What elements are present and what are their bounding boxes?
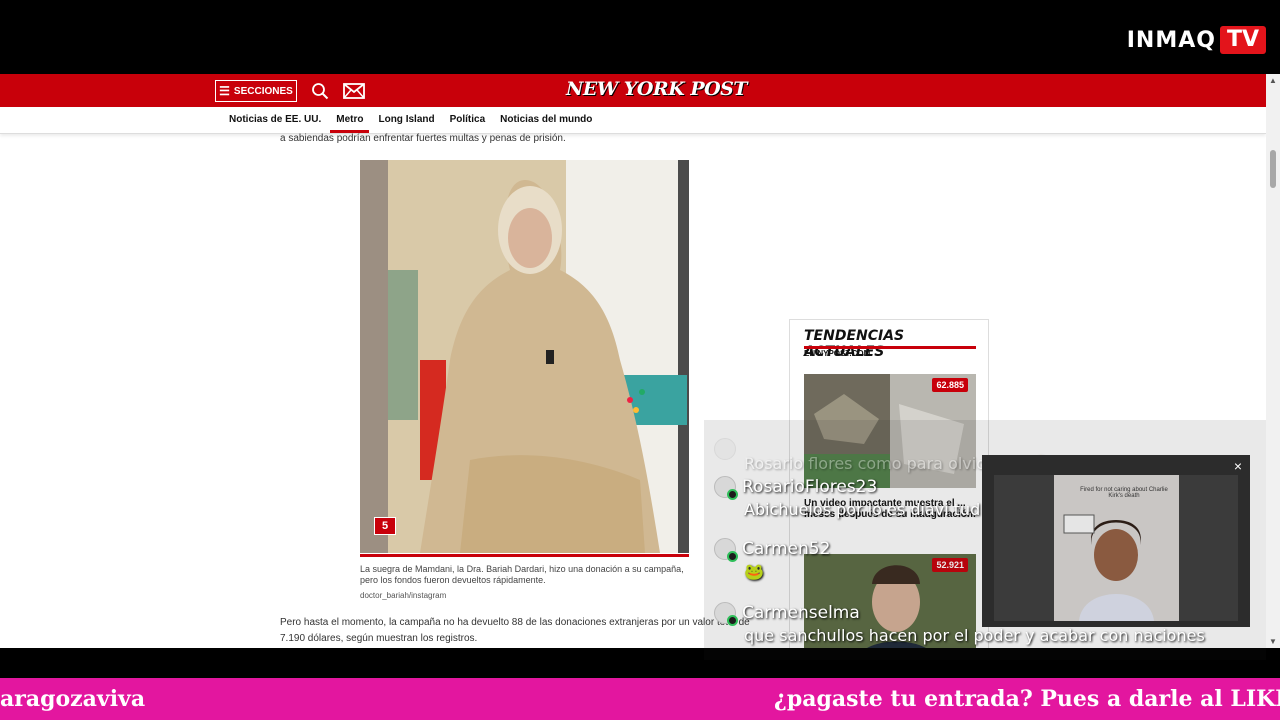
sections-button[interactable]: ☰ SECCIONES [215,80,297,102]
moderator-badge-icon [727,551,738,562]
nav-item[interactable]: Long Island [378,114,434,125]
mail-icon[interactable] [343,83,365,99]
article-paragraph: Pero hasta el momento, la campaña no ha … [280,617,750,644]
photo-caption: La suegra de Mamdani, la Dra. Bariah Dar… [360,564,684,585]
sections-label: SECCIONES [233,85,293,97]
logo-text: INMAQ [1126,27,1216,53]
moderator-badge-icon [727,615,738,626]
site-logo[interactable]: NEW YORK POST [566,78,748,100]
bottom-ticker: aragozaviva ¿pagaste tu entrada? Pues a … [0,678,1280,720]
close-icon[interactable]: × [1234,458,1242,474]
logo-badge: TV [1219,26,1266,54]
avatar [714,438,736,460]
gallery-count-badge[interactable]: 5 [374,517,396,535]
video-popup: × Fired for not caring about Charlie Kir… [982,455,1250,627]
scrollbar-thumb[interactable] [1270,150,1276,188]
nav-item[interactable]: Noticias del mundo [500,114,592,125]
ticker-text-right: ¿pagaste tu entrada? Pues a darle al LIK… [774,686,1280,712]
photo-credit: doctor_bariah/instagram [360,591,447,600]
photo-illustration [360,160,689,553]
avatar [714,538,738,562]
article-photo[interactable]: 5 [360,160,689,553]
trending-subtitle: EN NYPOST.COM [804,349,871,358]
section-nav: Noticias de EE. UU. Metro Long Island Polít… [0,107,1266,134]
ticker-text-left: aragozaviva [0,686,146,712]
chat-text: que sanchullos hacen por el poder y acab… [744,626,1205,645]
stream-frame: INMAQ TV ☰ SECCIONES NEW YORK POST Notic… [0,0,1280,720]
nav-item[interactable]: Metro [330,114,370,133]
video-overlay-text: Fired for not caring about Charlie Kirk'… [1080,487,1168,499]
nav-item[interactable]: Política [450,114,486,125]
views-badge: 62.885 [932,378,968,392]
photo-divider [360,554,689,557]
inmaq-tv-logo: INMAQ TV [1127,26,1266,54]
chat-username: RosarioFlores23 [742,477,878,497]
nav-item[interactable]: Noticias de EE. UU. [229,114,321,125]
article-paragraph: a sabiendas podrían enfrentar fuertes mu… [280,133,566,144]
avatar [714,602,738,626]
avatar [714,476,738,500]
page-scrollbar[interactable]: ▲ ▼ [1266,74,1280,648]
chat-message: Carmen52 🐸 [714,538,830,581]
search-icon[interactable] [311,82,329,100]
chat-username: Carmen52 [742,539,831,559]
chat-text: 🐸 [744,562,764,581]
video-frame[interactable]: Fired for not caring about Charlie Kirk'… [994,475,1238,621]
menu-icon: ☰ [219,84,230,98]
site-header: ☰ SECCIONES NEW YORK POST [0,74,1266,107]
scroll-down-icon[interactable]: ▼ [1269,637,1277,646]
scroll-up-icon[interactable]: ▲ [1269,76,1277,85]
moderator-badge-icon [727,489,738,500]
chat-username: Carmenselma [742,603,860,623]
